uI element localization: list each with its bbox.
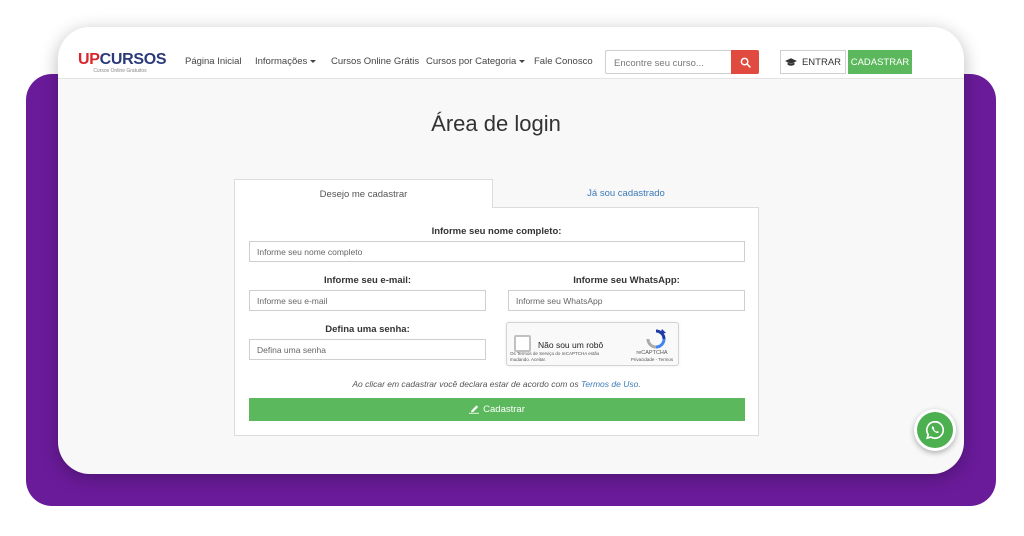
- terms-link[interactable]: Termos de Uso: [581, 379, 638, 389]
- submit-register-button[interactable]: Cadastrar: [249, 398, 745, 421]
- name-label: Informe seu nome completo:: [431, 226, 562, 237]
- nav-item-label: Cursos Online Grátis: [331, 56, 420, 67]
- nav-item-label: Fale Conosco: [534, 56, 593, 67]
- site-logo[interactable]: UPCURSOS Cursos Online Gratuitos: [78, 51, 167, 75]
- whatsapp-button[interactable]: [914, 409, 956, 451]
- graduation-cap-icon: [784, 57, 797, 66]
- recaptcha-terms-notice: Os Termos de Serviço do reCAPTCHA estão …: [510, 351, 600, 362]
- navbar: UPCURSOS Cursos Online Gratuitos Página …: [58, 27, 964, 79]
- browser-card: UPCURSOS Cursos Online Gratuitos Página …: [58, 27, 964, 474]
- nav-item-categories[interactable]: Cursos por Categoria: [426, 56, 526, 67]
- whatsapp-field[interactable]: Informe seu WhatsApp: [508, 290, 745, 311]
- nav-item-info[interactable]: Informações: [255, 56, 317, 67]
- nav-item-home[interactable]: Página Inicial: [185, 56, 242, 67]
- nav-item-label: Informações: [255, 56, 308, 67]
- search-icon: [740, 57, 751, 68]
- submit-register-label: Cadastrar: [483, 404, 525, 415]
- email-label: Informe seu e-mail:: [323, 275, 412, 286]
- register-form: Informe seu nome completo: Informe seu n…: [234, 207, 759, 436]
- tab-label: Desejo me cadastrar: [319, 188, 408, 200]
- nav-item-free-courses[interactable]: Cursos Online Grátis: [331, 56, 419, 67]
- caret-down-icon: [519, 59, 526, 63]
- nav-item-label: Página Inicial: [185, 56, 242, 67]
- login-button-label: ENTRAR: [801, 56, 842, 68]
- signup-button[interactable]: CADASTRAR: [848, 50, 912, 74]
- recaptcha-label: Não sou um robô: [538, 340, 604, 350]
- page-title: Área de login: [431, 111, 561, 136]
- recaptcha-links[interactable]: Privacidade - Termos: [625, 357, 679, 362]
- search-button[interactable]: [731, 50, 759, 74]
- recaptcha-widget: Não sou um robô reCAPTCHA Privacidade - …: [506, 322, 679, 366]
- logo-up-text: UP: [78, 51, 100, 68]
- password-field[interactable]: Defina uma senha: [249, 339, 486, 360]
- recaptcha-icon: [646, 329, 666, 349]
- password-label: Defina uma senha:: [325, 324, 410, 335]
- email-field[interactable]: Informe seu e-mail: [249, 290, 486, 311]
- whatsapp-badge: [917, 412, 953, 448]
- tab-register[interactable]: Desejo me cadastrar: [234, 179, 493, 208]
- terms-notice-text: Ao clicar em cadastrar você declara esta…: [352, 379, 581, 389]
- terms-notice: Ao clicar em cadastrar você declara esta…: [235, 379, 758, 389]
- recaptcha-checkbox[interactable]: [514, 335, 531, 352]
- whatsapp-icon: [926, 420, 944, 440]
- caret-down-icon: [310, 59, 317, 63]
- login-button[interactable]: ENTRAR: [780, 50, 846, 74]
- recaptcha-brand: reCAPTCHA: [636, 350, 668, 356]
- name-field[interactable]: Informe seu nome completo: [249, 241, 745, 262]
- nav-item-label: Cursos por Categoria: [426, 56, 517, 67]
- logo-tagline: Cursos Online Gratuitos: [93, 68, 147, 74]
- signup-button-label: CADASTRAR: [850, 56, 910, 68]
- tab-already-registered[interactable]: Já sou cadastrado: [493, 179, 759, 208]
- terms-notice-end: .: [638, 379, 641, 389]
- whatsapp-label: Informe seu WhatsApp:: [573, 275, 680, 286]
- tab-label: Já sou cadastrado: [587, 188, 665, 199]
- nav-item-contact[interactable]: Fale Conosco: [534, 56, 593, 67]
- pen-signature-icon: [469, 405, 480, 414]
- logo-cursos-text: CURSOS: [99, 51, 167, 68]
- search-input[interactable]: Encontre seu curso...: [605, 50, 731, 74]
